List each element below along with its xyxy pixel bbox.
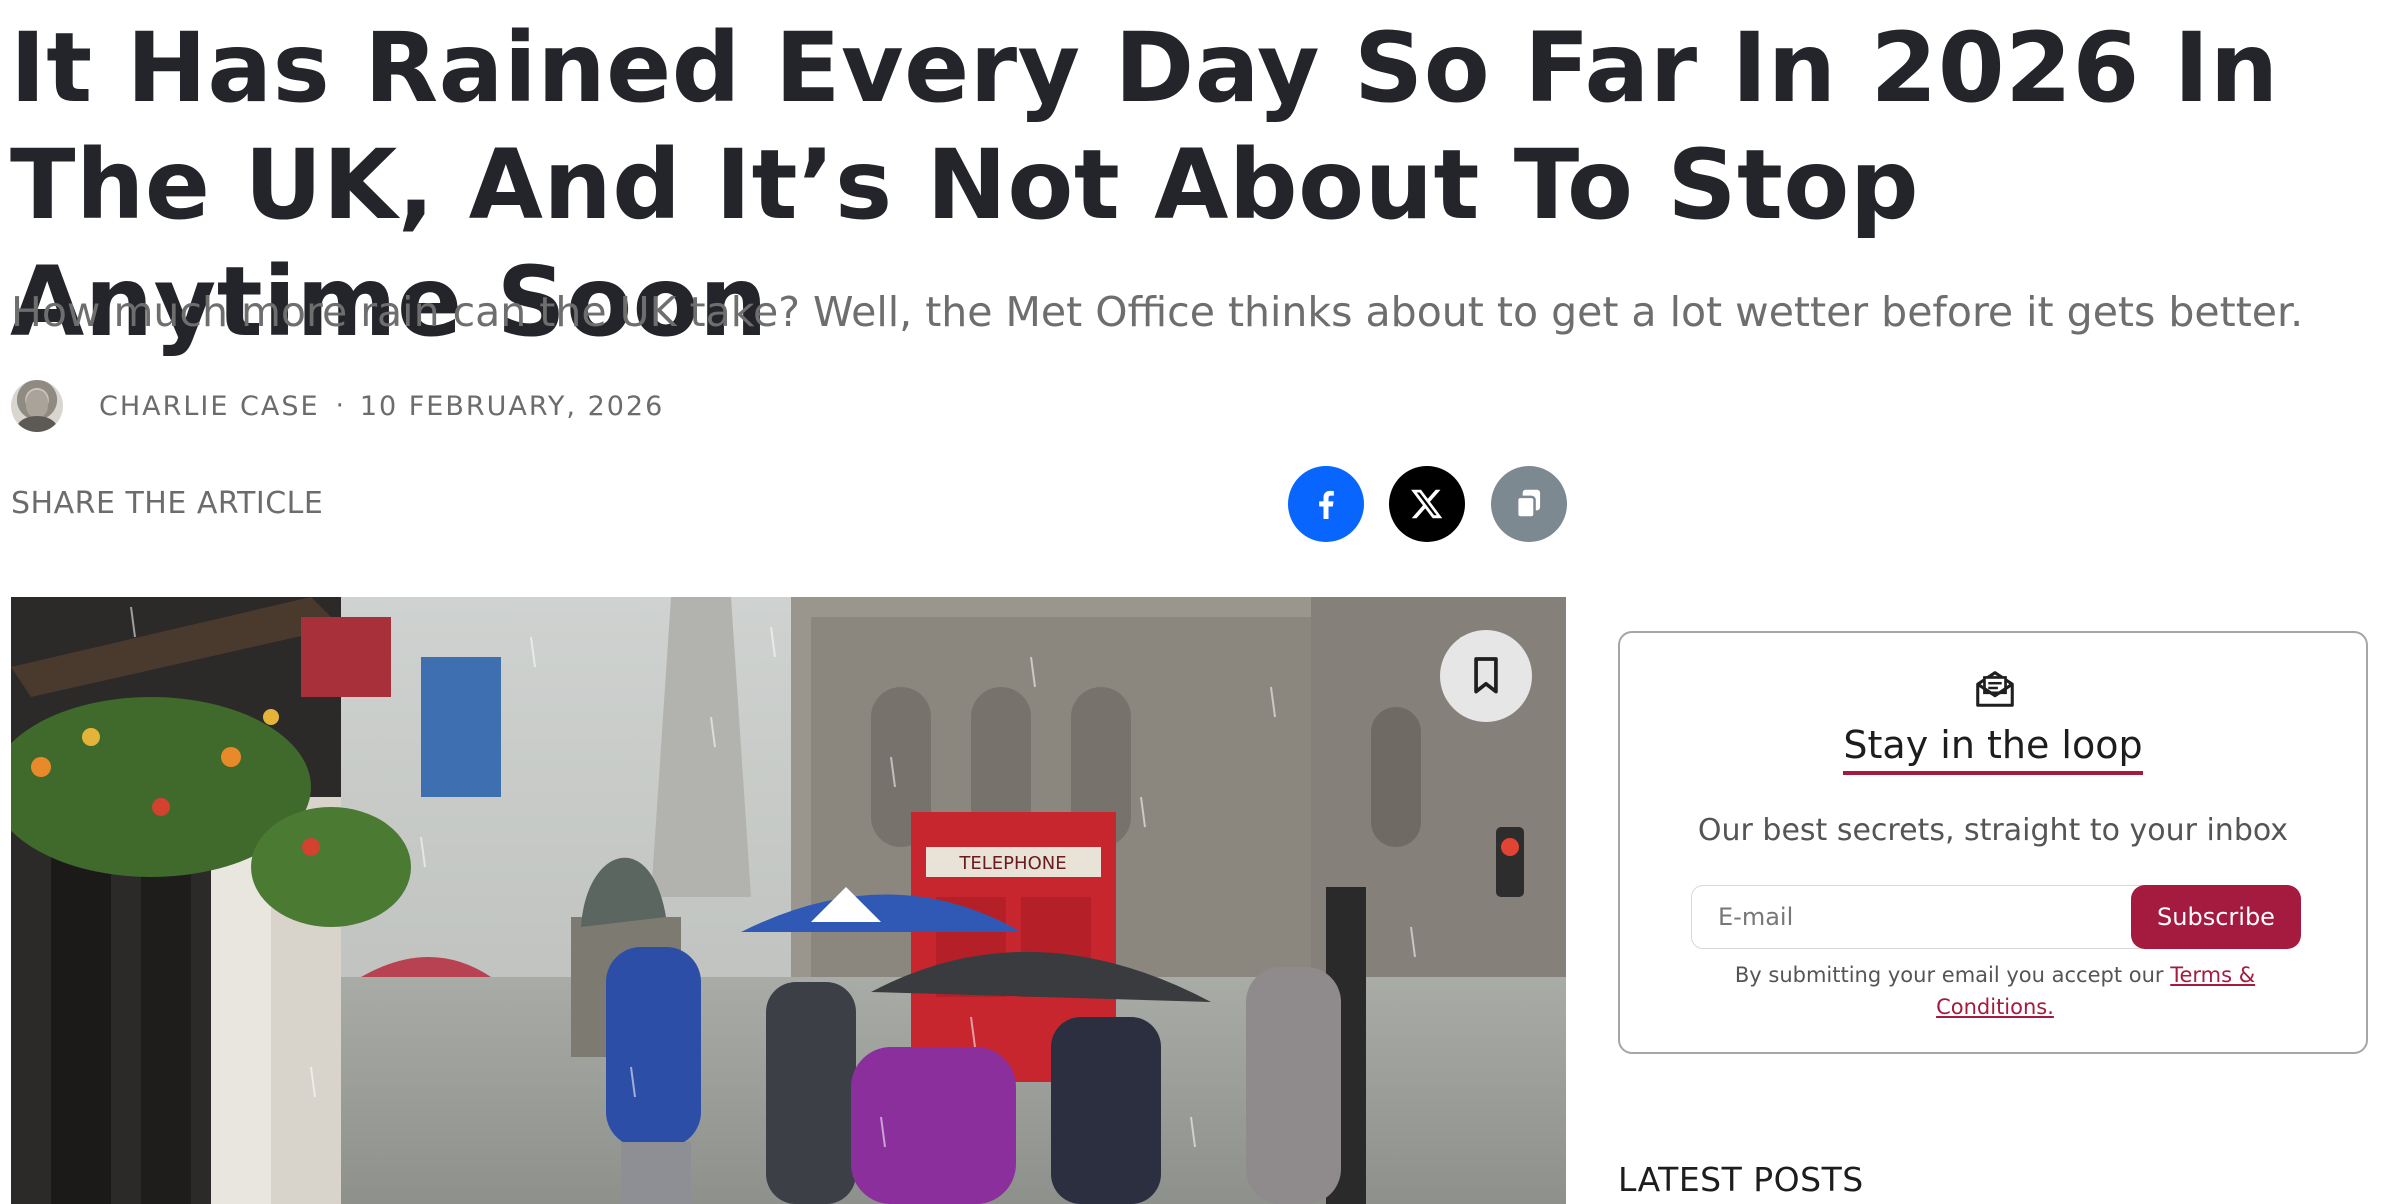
share-label: SHARE THE ARTICLE: [11, 486, 324, 521]
byline-separator: ·: [335, 391, 344, 421]
newsletter-subtitle: Our best secrets, straight to your inbox: [1697, 813, 2289, 848]
phone-box-sign: TELEPHONE: [958, 853, 1066, 874]
newsletter-card: Stay in the loop Our best secrets, strai…: [1618, 631, 2368, 1054]
author-name[interactable]: CHARLIE CASE: [99, 391, 320, 422]
avatar-shoulders: [17, 416, 57, 432]
newsletter-terms: By submitting your email you accept our …: [1680, 959, 2310, 1023]
publish-date: 10 FEBRUARY, 2026: [359, 390, 665, 422]
hero-image: TELEPHONE: [11, 597, 1566, 1204]
subscribe-button[interactable]: Subscribe: [2131, 885, 2301, 949]
share-x-button[interactable]: [1389, 466, 1465, 542]
article-subheadline: How much more rain can the UK take? Well…: [11, 288, 2304, 336]
bookmark-button[interactable]: [1440, 630, 1532, 722]
newsletter-form: Subscribe: [1691, 885, 2301, 949]
copy-link-button[interactable]: [1491, 466, 1567, 542]
rainy-street-illustration: TELEPHONE: [11, 597, 1566, 1204]
newsletter-title: Stay in the loop: [1843, 723, 2143, 775]
byline: CHARLIE CASE · 10 FEBRUARY, 2026: [11, 380, 664, 432]
terms-prefix: By submitting your email you accept our: [1734, 963, 2171, 987]
author-avatar[interactable]: [11, 380, 63, 432]
bookmark-icon: [1474, 657, 1498, 694]
email-input[interactable]: [1691, 885, 2161, 949]
facebook-icon: [1319, 490, 1334, 519]
latest-posts-heading: LATEST POSTS: [1618, 1160, 1864, 1199]
mail-icon: [1976, 671, 2014, 707]
article-page: It Has Rained Every Day So Far In 2026 I…: [0, 0, 2400, 1204]
copy-icon: [1515, 489, 1541, 519]
x-icon: [1411, 489, 1443, 519]
share-facebook-button[interactable]: [1288, 466, 1364, 542]
newsletter-title-wrap: Stay in the loop: [1620, 723, 2366, 775]
avatar-face: [26, 390, 48, 418]
